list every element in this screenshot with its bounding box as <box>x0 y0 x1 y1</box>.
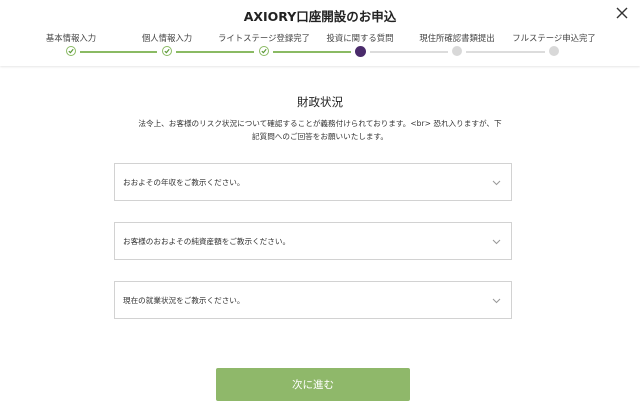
step-current-dot <box>355 45 366 57</box>
chevron-down-icon <box>492 239 501 245</box>
chevron-down-icon <box>492 180 501 186</box>
chevron-down-icon <box>492 298 501 304</box>
step-label-address-docs: 現住所確認書類提出 <box>419 33 495 43</box>
description: 法令上、お客様のリスク状況について確認することが義務付けられております。<br>… <box>118 117 522 143</box>
step-done-check-icon <box>259 46 269 56</box>
close-icon[interactable] <box>615 5 629 19</box>
step-connector <box>273 50 351 53</box>
step-label-basic-info: 基本情報入力 <box>45 33 97 43</box>
description-line-2: 記質問へのご回答をお願いいたします。 <box>252 132 388 141</box>
annual-income-select[interactable]: おおよその年収をご教示ください。 <box>114 163 512 201</box>
net-assets-select[interactable]: お客様のおおよその純資産額をご教示ください。 <box>114 222 512 260</box>
step-connector <box>466 50 545 53</box>
step-label-light-stage: ライトステージ登録完了 <box>218 33 310 43</box>
employment-status-select-label: 現在の就業状況をご教示ください。 <box>123 296 245 305</box>
step-pending-dot <box>452 46 462 56</box>
step-done-check-icon <box>162 46 172 56</box>
page-title: AXIORY口座開設のお申込 <box>243 9 397 24</box>
step-pending-dot <box>549 46 559 56</box>
net-assets-select-label: お客様のおおよその純資産額をご教示ください。 <box>123 237 291 246</box>
step-label-full-stage: フルステージ申込完了 <box>512 33 596 43</box>
step-done-check-icon <box>66 46 76 56</box>
next-button[interactable]: 次に進む <box>216 368 410 401</box>
step-connector <box>370 50 448 53</box>
employment-status-select[interactable]: 現在の就業状況をご教示ください。 <box>114 281 512 319</box>
step-label-investment-questions: 投資に関する質問 <box>326 33 394 43</box>
header: AXIORY口座開設のお申込 基本情報入力 個人情報入力 ライトステージ登録完了… <box>0 0 640 66</box>
annual-income-select-label: おおよその年収をご教示ください。 <box>123 178 245 187</box>
step-label-personal-info: 個人情報入力 <box>141 33 193 43</box>
step-connector <box>176 50 254 53</box>
section-title: 財政状況 <box>297 95 343 109</box>
progress-stepper: 基本情報入力 個人情報入力 ライトステージ登録完了 投資に関する質問 現住所確認… <box>0 32 640 62</box>
description-line-1: 法令上、お客様のリスク状況について確認することが義務付けられております。<br>… <box>138 119 502 128</box>
step-connector <box>80 50 157 53</box>
